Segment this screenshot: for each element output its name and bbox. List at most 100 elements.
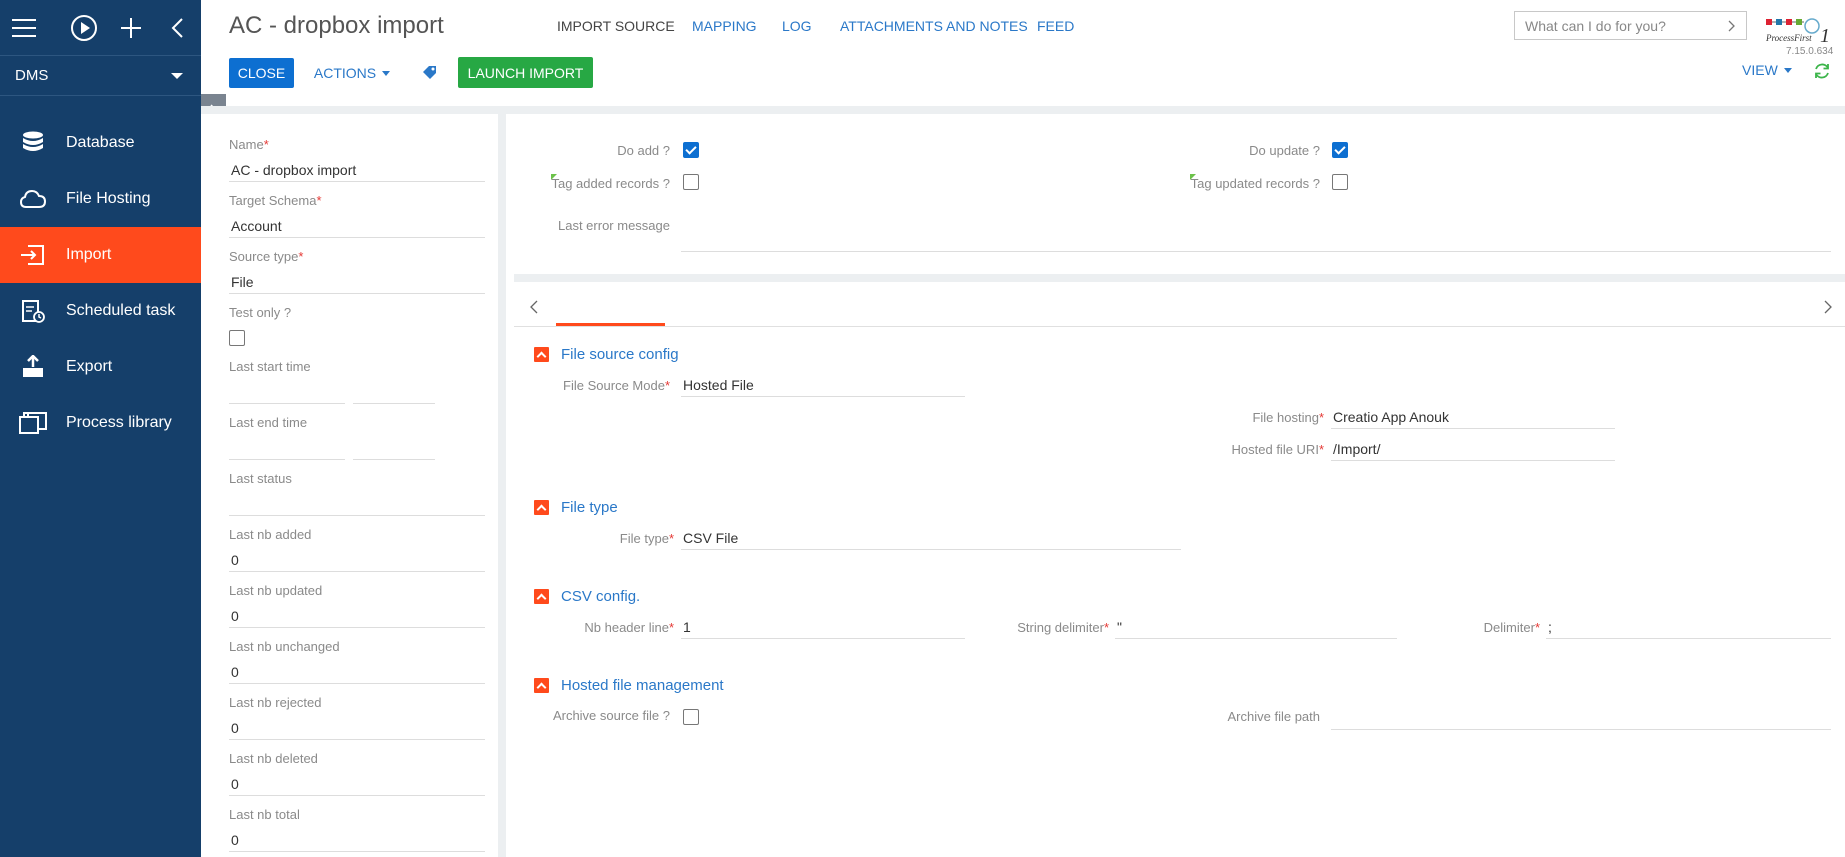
string-delimiter-input[interactable]: "	[1115, 617, 1397, 639]
field-label: Last nb added	[229, 527, 312, 542]
section-title: Hosted file management	[561, 677, 724, 694]
chevron-down-icon	[1783, 67, 1792, 73]
tab-import-source[interactable]: IMPORT SOURCE	[557, 18, 675, 34]
svg-text:ProcessFirst: ProcessFirst	[1765, 33, 1812, 43]
back-icon[interactable]	[154, 8, 201, 48]
source-type-select[interactable]: File	[229, 272, 485, 294]
last-error-label: Last error message	[558, 218, 670, 233]
archive-source-checkbox[interactable]	[683, 709, 699, 725]
name-input[interactable]: AC - dropbox import	[229, 160, 485, 182]
tab-mapping[interactable]: MAPPING	[692, 18, 757, 34]
archive-file-path-label: Archive file path	[1227, 709, 1321, 724]
field-name: Name* AC - dropbox import	[229, 137, 485, 182]
tab-feed[interactable]: FEED	[1037, 18, 1074, 34]
section-csv-config[interactable]: CSV config.	[534, 588, 640, 605]
tag-icon	[423, 66, 436, 79]
field-label: Last status	[229, 471, 292, 486]
database-icon	[18, 129, 48, 157]
do-add-checkbox[interactable]	[683, 142, 699, 158]
last-start-time-input[interactable]	[353, 382, 435, 404]
app-root: DMS Database File Hosting Import Schedul…	[0, 0, 1845, 857]
command-search-input[interactable]: What can I do for you?	[1514, 11, 1747, 40]
section-divider	[514, 274, 1845, 282]
last-nb-added-input[interactable]: 0	[229, 550, 485, 572]
test-only-checkbox[interactable]	[229, 330, 245, 346]
section-file-source-config[interactable]: File source config	[534, 346, 679, 363]
collapse-icon	[534, 500, 549, 515]
collapse-icon	[534, 589, 549, 604]
section-hosted-file-management[interactable]: Hosted file management	[534, 677, 724, 694]
collapse-icon	[534, 347, 549, 362]
last-nb-rejected-input[interactable]: 0	[229, 718, 485, 740]
field-label: Source type	[229, 249, 299, 264]
hosted-file-uri-label: Hosted file URI	[1231, 442, 1319, 457]
last-nb-total-input[interactable]: 0	[229, 830, 485, 852]
last-error-input[interactable]	[681, 230, 1831, 252]
sidebar-item-database[interactable]: Database	[0, 115, 201, 171]
section-file-type[interactable]: File type	[534, 499, 618, 516]
tab-scroll-right-icon[interactable]	[1824, 300, 1832, 319]
do-update-checkbox[interactable]	[1332, 142, 1348, 158]
target-schema-lookup[interactable]: Account	[229, 216, 485, 238]
required-marker: *	[1534, 620, 1540, 635]
do-add-label: Do add ?	[617, 143, 670, 158]
field-label: Test only ?	[229, 305, 292, 320]
actions-button[interactable]: ACTIONS	[312, 58, 392, 88]
required-marker: *	[668, 620, 674, 635]
tag-added-checkbox[interactable]	[683, 174, 699, 190]
delimiter-input[interactable]: ;	[1546, 617, 1831, 639]
active-tab-indicator	[556, 323, 665, 326]
archive-file-path-input[interactable]	[1331, 708, 1831, 730]
last-end-time-input[interactable]	[353, 438, 435, 460]
file-type-select[interactable]: CSV File	[681, 528, 1181, 550]
field-last-nb-rejected: Last nb rejected 0	[229, 695, 485, 740]
field-label: Last end time	[229, 415, 308, 430]
nb-header-line-input[interactable]: 1	[681, 617, 965, 639]
field-label: Last start time	[229, 359, 311, 374]
field-target-schema: Target Schema* Account	[229, 193, 485, 238]
file-hosting-lookup[interactable]: Creatio App Anouk	[1331, 407, 1615, 429]
field-label: Last nb deleted	[229, 751, 318, 766]
sidebar-item-export[interactable]: Export	[0, 339, 201, 395]
sidebar-item-process-library[interactable]: Process library	[0, 395, 201, 451]
sidebar: DMS Database File Hosting Import Schedul…	[0, 0, 201, 857]
field-last-nb-added: Last nb added 0	[229, 527, 485, 572]
add-icon[interactable]	[107, 8, 154, 48]
last-start-date-input[interactable]	[229, 382, 345, 404]
import-icon	[18, 241, 48, 269]
tab-log[interactable]: LOG	[782, 18, 812, 34]
tag-updated-checkbox[interactable]	[1332, 174, 1348, 190]
sidebar-nav: Database File Hosting Import Scheduled t…	[0, 115, 201, 451]
section-title: File type	[561, 499, 618, 516]
launch-import-button[interactable]: LAUNCH IMPORT	[458, 57, 593, 88]
tab-scroll-left-icon[interactable]	[530, 300, 538, 319]
tab-attachments-and-notes[interactable]: ATTACHMENTS AND NOTES	[840, 18, 1028, 34]
run-process-icon[interactable]	[60, 8, 107, 48]
last-nb-updated-input[interactable]: 0	[229, 606, 485, 628]
tag-added-label: Tag added records ?	[551, 176, 670, 191]
view-label: VIEW	[1742, 62, 1778, 78]
page-title: AC - dropbox import	[229, 12, 444, 39]
hosted-file-uri-input[interactable]: /Import/	[1331, 439, 1615, 461]
tag-button[interactable]	[418, 58, 442, 88]
workplace-selector[interactable]: DMS	[0, 56, 201, 96]
view-button[interactable]: VIEW	[1742, 62, 1792, 78]
collapse-icon	[534, 678, 549, 693]
sidebar-item-file-hosting[interactable]: File Hosting	[0, 171, 201, 227]
last-nb-deleted-input[interactable]: 0	[229, 774, 485, 796]
menu-icon[interactable]	[12, 8, 36, 48]
last-status-input[interactable]	[229, 494, 485, 516]
field-test-only: Test only ?	[229, 305, 485, 351]
sidebar-item-scheduled-task[interactable]: Scheduled task	[0, 283, 201, 339]
field-last-nb-unchanged: Last nb unchanged 0	[229, 639, 485, 684]
last-end-date-input[interactable]	[229, 438, 345, 460]
last-nb-unchanged-input[interactable]: 0	[229, 662, 485, 684]
refresh-icon[interactable]	[1813, 62, 1831, 85]
tab-bar	[514, 282, 1845, 327]
file-source-mode-select[interactable]: Hosted File	[681, 375, 965, 397]
file-hosting-label: File hosting	[1252, 410, 1319, 425]
sidebar-item-import[interactable]: Import	[0, 227, 201, 283]
close-button[interactable]: CLOSE	[229, 58, 294, 88]
chevron-right-icon	[1728, 20, 1735, 31]
header-divider	[201, 106, 1845, 114]
